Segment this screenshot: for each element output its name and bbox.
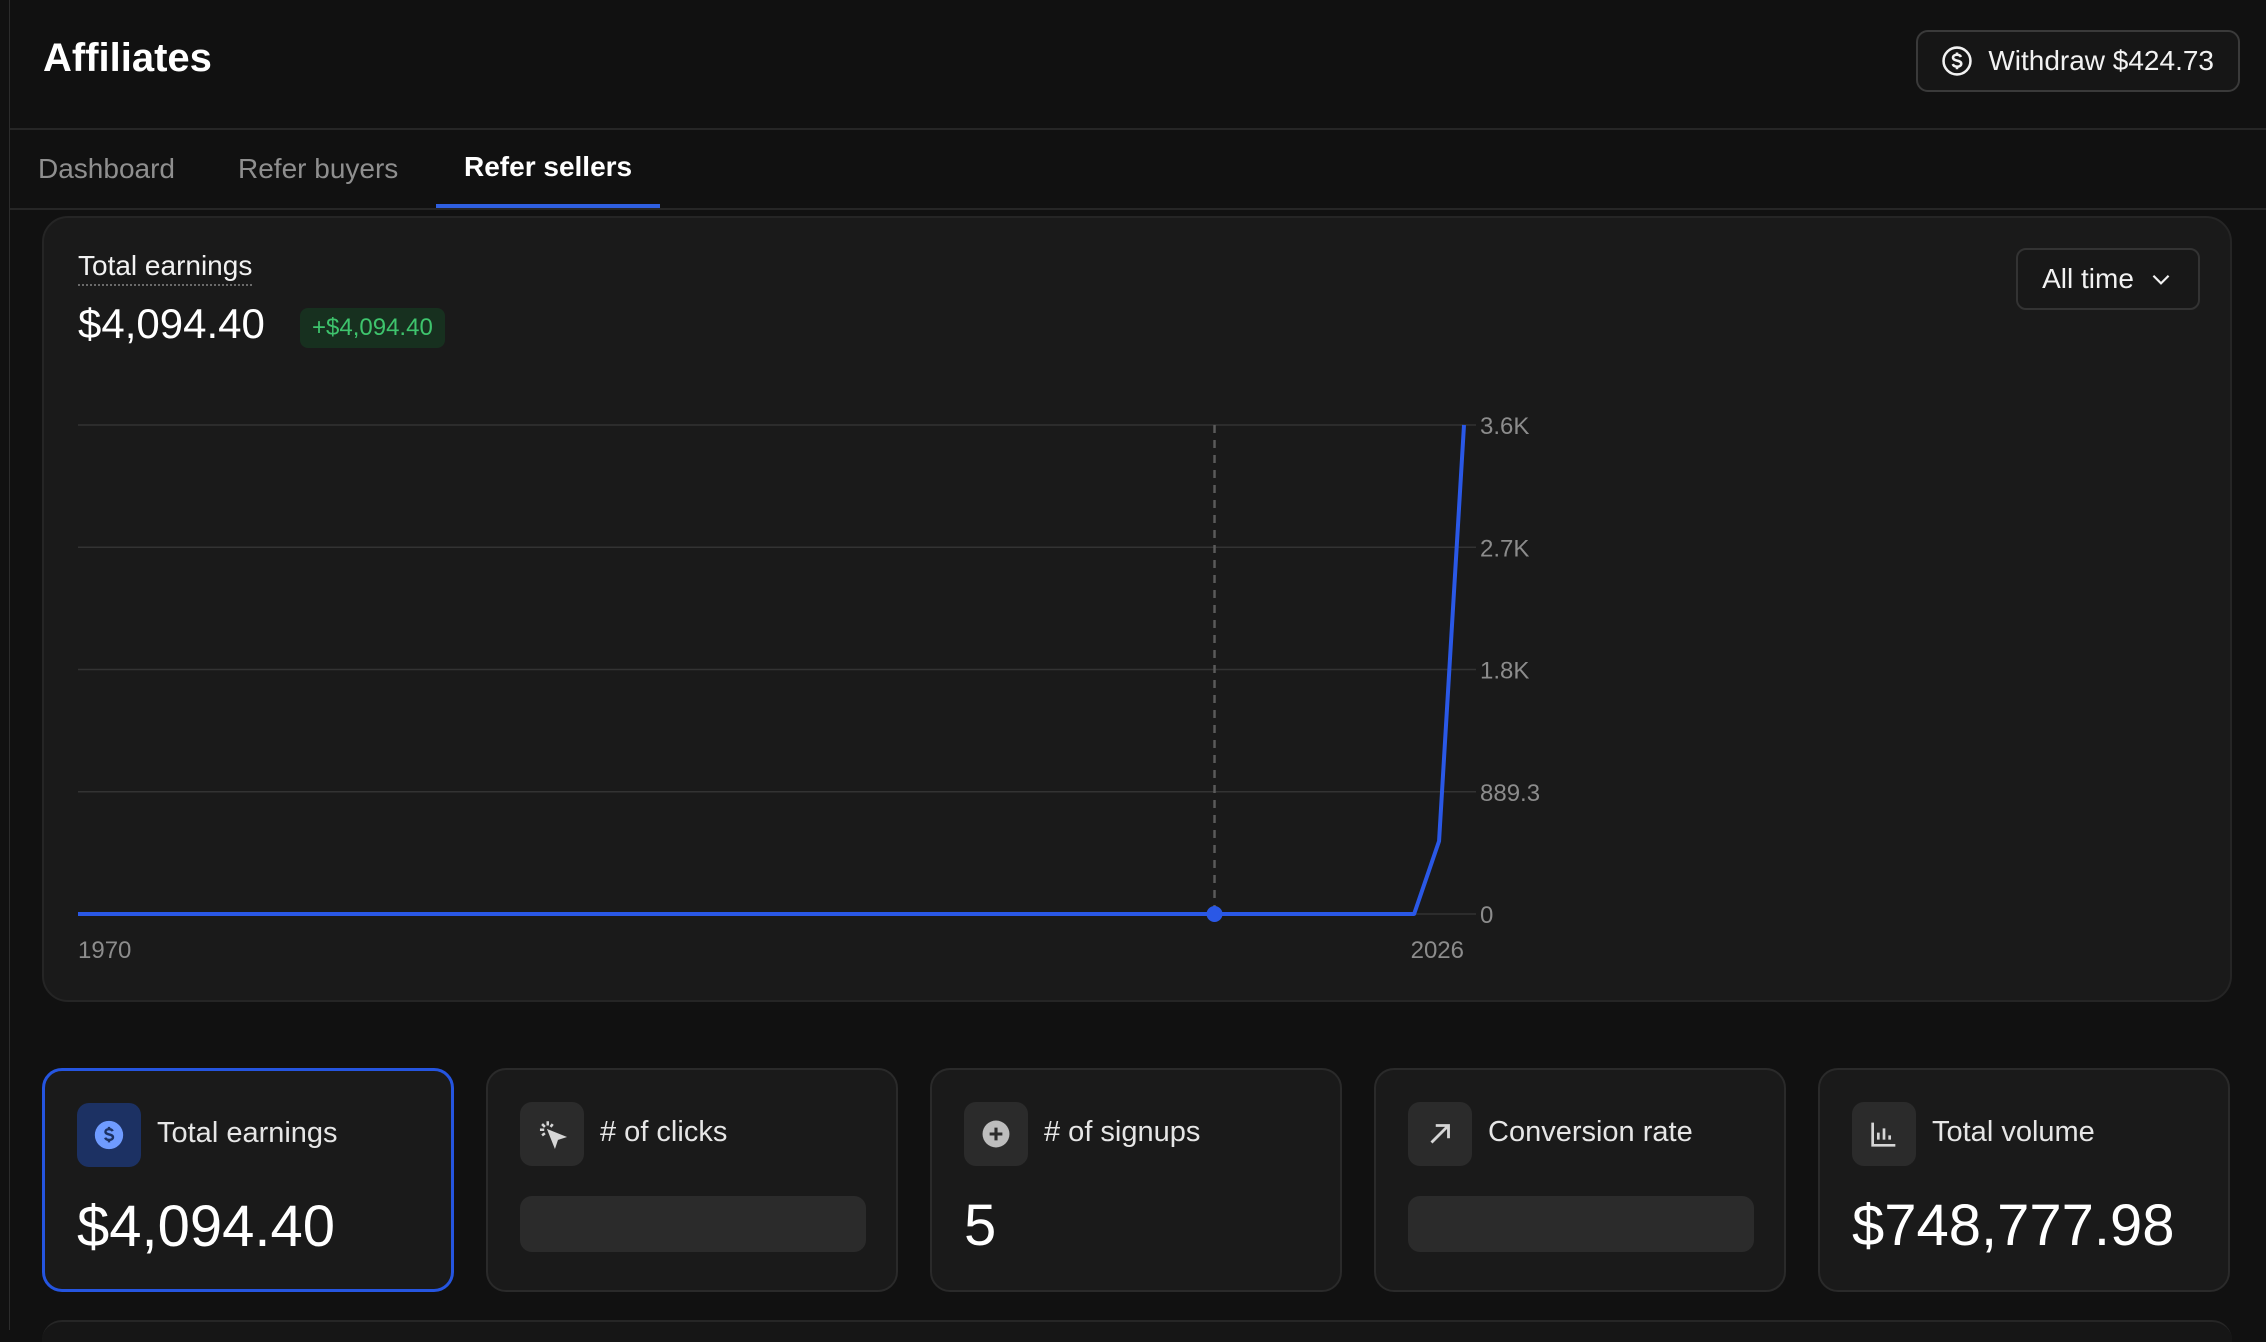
y-tick-label: 889.3 [1480,780,1540,807]
dollar-circle-icon [1942,46,1973,76]
stat-icon-wrap [1408,1102,1472,1166]
stat-label: Conversion rate [1488,1116,1693,1148]
loading-skeleton [520,1196,866,1252]
withdraw-button[interactable]: Withdraw $424.73 [1916,30,2240,92]
dollar-icon [94,1120,124,1150]
loading-skeleton [1408,1196,1754,1252]
withdraw-button-label: Withdraw $424.73 [1988,45,2214,76]
stat-label: # of signups [1044,1116,1201,1148]
hover-point [1206,906,1223,922]
page-title: Affiliates [43,36,212,80]
tab-bar: Dashboard Refer buyers Refer sellers [10,130,2266,210]
x-tick-label: 2026 [1411,937,1464,964]
page-header: Affiliates Withdraw $424.73 [10,0,2266,130]
next-card-edge [42,1320,2232,1342]
stat-icon-wrap [964,1102,1028,1166]
stat-value: $748,777.98 [1852,1193,2175,1258]
stat-label: # of clicks [600,1116,728,1148]
y-tick-label: 0 [1480,902,1493,929]
stat-card-signups[interactable]: # of signups 5 [930,1068,1342,1292]
stat-card-total-earnings[interactable]: Total earnings $4,094.40 [42,1068,454,1292]
earnings-line-chart[interactable]: 0 889.3 1.8K 2.7K 3.6K 1970 2026 [44,218,2230,1000]
stat-icon-wrap [1852,1102,1916,1166]
y-tick-label: 2.7K [1480,535,1529,562]
tab-dashboard[interactable]: Dashboard [38,130,175,208]
stat-icon-wrap [520,1102,584,1166]
tab-refer-buyers[interactable]: Refer buyers [238,130,398,208]
bar-chart-icon [1871,1122,1896,1147]
stat-value: 5 [964,1193,997,1258]
arrow-up-right-icon [1430,1124,1450,1144]
stat-value: $4,094.40 [77,1194,336,1259]
y-tick-label: 3.6K [1480,413,1529,440]
stat-icon-wrap [77,1103,141,1167]
stat-label: Total earnings [157,1117,338,1149]
plus-circle-icon [982,1120,1010,1148]
stat-card-total-volume[interactable]: Total volume $748,777.98 [1818,1068,2230,1292]
stat-card-clicks[interactable]: # of clicks [486,1068,898,1292]
cursor-click-icon [539,1121,568,1150]
tab-refer-sellers[interactable]: Refer sellers [436,130,661,208]
earnings-chart-card: Total earnings $4,094.40 +$4,094.40 All … [42,216,2232,1002]
y-tick-label: 1.8K [1480,658,1529,685]
stat-card-conversion-rate[interactable]: Conversion rate [1374,1068,1786,1292]
x-tick-label: 1970 [78,937,131,964]
stat-label: Total volume [1932,1116,2095,1148]
